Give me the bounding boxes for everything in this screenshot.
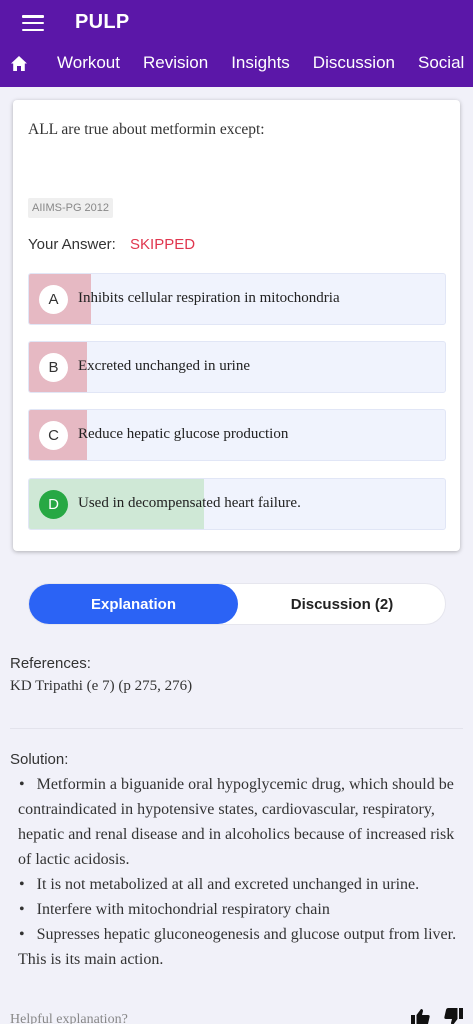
tab-discussion[interactable]: Discussion (2) — [238, 584, 446, 624]
option-a[interactable]: A Inhibits cellular respiration in mitoc… — [28, 273, 446, 325]
solution-point: Metformin a biguanide oral hypoglycemic … — [18, 772, 468, 872]
your-answer-label: Your Answer: — [28, 236, 116, 253]
option-c-letter: C — [39, 421, 68, 450]
your-answer-status: SKIPPED — [130, 236, 196, 253]
nav-tab-revision[interactable]: Revision — [143, 53, 208, 73]
helpful-prompt: Helpful explanation? — [10, 1012, 128, 1024]
solution-point: It is not metabolized at all and excrete… — [18, 872, 468, 897]
solution-title: Solution: — [10, 751, 69, 768]
option-c[interactable]: C Reduce hepatic glucose production — [28, 409, 446, 461]
references-title: References: — [10, 655, 91, 672]
your-answer: Your Answer: SKIPPED — [28, 236, 195, 253]
question-text: ALL are true about metformin except: — [28, 121, 265, 138]
thumbs-down-icon[interactable] — [444, 1008, 463, 1024]
nav-tab-social[interactable]: Social — [418, 53, 464, 73]
nav-tab-insights[interactable]: Insights — [231, 53, 290, 73]
app-title: PULP — [75, 11, 130, 33]
option-b-text: Excreted unchanged in urine — [78, 358, 251, 374]
references-text: KD Tripathi (e 7) (p 275, 276) — [10, 678, 193, 694]
home-icon[interactable] — [10, 55, 28, 72]
solution-point: Interfere with mitochondrial respiratory… — [18, 897, 468, 922]
explanation-tabs: Explanation Discussion (2) — [28, 583, 446, 625]
option-d-letter: D — [39, 490, 68, 519]
option-b[interactable]: B Excreted unchanged in urine — [28, 341, 446, 393]
nav-tab-discussion[interactable]: Discussion — [313, 53, 395, 73]
section-nav: Workout Revision Insights Discussion Soc… — [57, 53, 473, 73]
solution-list: Metformin a biguanide oral hypoglycemic … — [18, 772, 468, 972]
option-d-text: Used in decompensated heart failure. — [78, 495, 301, 511]
solution-point: Supresses hepatic gluconeogenesis and gl… — [18, 922, 468, 972]
option-a-text: Inhibits cellular respiration in mitocho… — [78, 290, 340, 306]
tab-explanation[interactable]: Explanation — [29, 584, 238, 624]
divider — [10, 728, 463, 729]
app-header: PULP Workout Revision Insights Discussio… — [0, 0, 473, 87]
option-a-letter: A — [39, 285, 68, 314]
menu-icon[interactable] — [22, 15, 44, 31]
nav-tab-workout[interactable]: Workout — [57, 53, 120, 73]
exam-tag: AIIMS-PG 2012 — [28, 198, 114, 218]
question-card: ALL are true about metformin except: AII… — [13, 100, 460, 551]
thumbs-up-icon[interactable] — [411, 1008, 430, 1024]
option-d[interactable]: D Used in decompensated heart failure. — [28, 478, 446, 530]
option-b-letter: B — [39, 353, 68, 382]
option-c-text: Reduce hepatic glucose production — [78, 426, 289, 442]
